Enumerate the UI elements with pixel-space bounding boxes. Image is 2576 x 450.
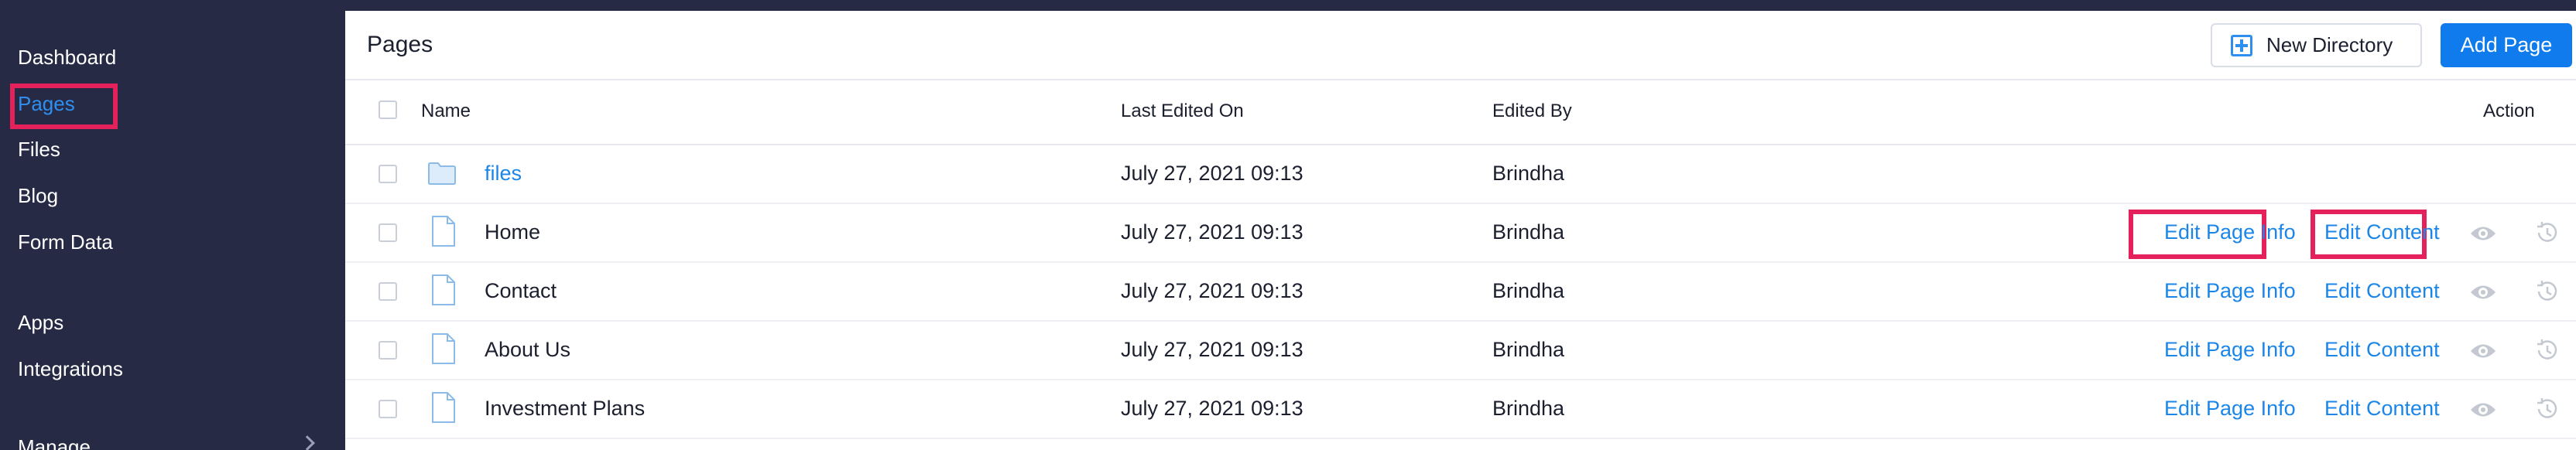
eye-icon[interactable] xyxy=(2469,339,2497,363)
row-checkbox[interactable] xyxy=(379,341,397,360)
sidebar-item-apps[interactable]: Apps xyxy=(18,310,63,335)
add-page-button[interactable]: Add Page xyxy=(2441,23,2572,67)
sidebar-item-files[interactable]: Files xyxy=(18,137,60,162)
table-row: About Us July 27, 2021 09:13 Brindha Edi… xyxy=(345,322,2576,380)
row-name[interactable]: files xyxy=(485,162,522,186)
new-directory-label: New Directory xyxy=(2266,33,2393,56)
column-header-action: Action xyxy=(2483,101,2535,121)
top-bar xyxy=(345,0,2576,11)
column-header-name: Name xyxy=(421,101,471,121)
eye-icon[interactable] xyxy=(2469,281,2497,304)
row-checkbox[interactable] xyxy=(379,165,397,183)
plus-square-icon xyxy=(2231,34,2252,56)
row-last-edited-on: July 27, 2021 09:13 xyxy=(1121,279,1303,302)
row-last-edited-on: July 27, 2021 09:13 xyxy=(1121,162,1303,185)
chevron-right-icon[interactable] xyxy=(300,435,315,450)
pages-highlight-box xyxy=(10,84,118,129)
sidebar-item-manage[interactable]: Manage xyxy=(18,435,91,450)
edit-content-link[interactable]: Edit Content xyxy=(2324,279,2440,303)
edit-content-link[interactable]: Edit Content xyxy=(2324,397,2440,421)
row-edited-by: Brindha xyxy=(1492,220,1565,244)
new-directory-button[interactable]: New Directory xyxy=(2211,23,2422,67)
page-title: Pages xyxy=(367,32,433,57)
column-header-last-edited-on: Last Edited On xyxy=(1121,101,1244,121)
row-last-edited-on: July 27, 2021 09:13 xyxy=(1121,338,1303,361)
row-edited-by: Brindha xyxy=(1492,279,1565,302)
eye-icon[interactable] xyxy=(2469,398,2497,421)
sidebar: Dashboard Pages Files Blog Form Data App… xyxy=(0,0,345,450)
row-edited-by: Brindha xyxy=(1492,162,1565,185)
eye-icon[interactable] xyxy=(2469,222,2497,245)
page-icon xyxy=(432,392,455,423)
edit-page-info-link[interactable]: Edit Page Info xyxy=(2164,279,2296,303)
column-header-edited-by: Edited By xyxy=(1492,101,1572,121)
row-edited-by: Brindha xyxy=(1492,397,1565,420)
restore-icon[interactable] xyxy=(2534,278,2561,305)
restore-icon[interactable] xyxy=(2534,337,2561,363)
edit-content-link[interactable]: Edit Content xyxy=(2324,220,2440,244)
edit-page-info-link[interactable]: Edit Page Info xyxy=(2164,338,2296,362)
sidebar-item-dashboard[interactable]: Dashboard xyxy=(18,45,116,70)
sidebar-item-integrations[interactable]: Integrations xyxy=(18,356,123,381)
row-last-edited-on: July 27, 2021 09:13 xyxy=(1121,220,1303,244)
table-row: files July 27, 2021 09:13 Brindha xyxy=(345,145,2576,204)
page-icon xyxy=(432,333,455,364)
table-row: Investment Plans July 27, 2021 09:13 Bri… xyxy=(345,380,2576,439)
row-edited-by: Brindha xyxy=(1492,338,1565,361)
table-header: Name Last Edited On Edited By Action xyxy=(345,80,2576,145)
select-all-checkbox[interactable] xyxy=(379,101,397,119)
page-header: Pages New Directory Add Page xyxy=(345,11,2576,80)
edit-content-link[interactable]: Edit Content xyxy=(2324,338,2440,362)
row-name[interactable]: Investment Plans xyxy=(485,397,645,421)
table-row: Contact July 27, 2021 09:13 Brindha Edit… xyxy=(345,263,2576,322)
edit-page-info-link[interactable]: Edit Page Info xyxy=(2164,220,2296,244)
row-name[interactable]: About Us xyxy=(485,338,570,362)
row-last-edited-on: July 27, 2021 09:13 xyxy=(1121,397,1303,420)
sidebar-item-form-data[interactable]: Form Data xyxy=(18,230,113,254)
sidebar-item-blog[interactable]: Blog xyxy=(18,183,58,208)
table-row: Home July 27, 2021 09:13 Brindha Edit Pa… xyxy=(345,204,2576,263)
restore-icon[interactable] xyxy=(2534,220,2561,246)
row-checkbox[interactable] xyxy=(379,282,397,301)
row-checkbox[interactable] xyxy=(379,223,397,242)
restore-icon[interactable] xyxy=(2534,396,2561,422)
row-checkbox[interactable] xyxy=(379,400,397,418)
row-name[interactable]: Home xyxy=(485,220,540,244)
folder-icon xyxy=(428,162,456,185)
page-icon xyxy=(432,274,455,305)
row-name[interactable]: Contact xyxy=(485,279,557,303)
page-icon xyxy=(432,216,455,247)
edit-page-info-link[interactable]: Edit Page Info xyxy=(2164,397,2296,421)
